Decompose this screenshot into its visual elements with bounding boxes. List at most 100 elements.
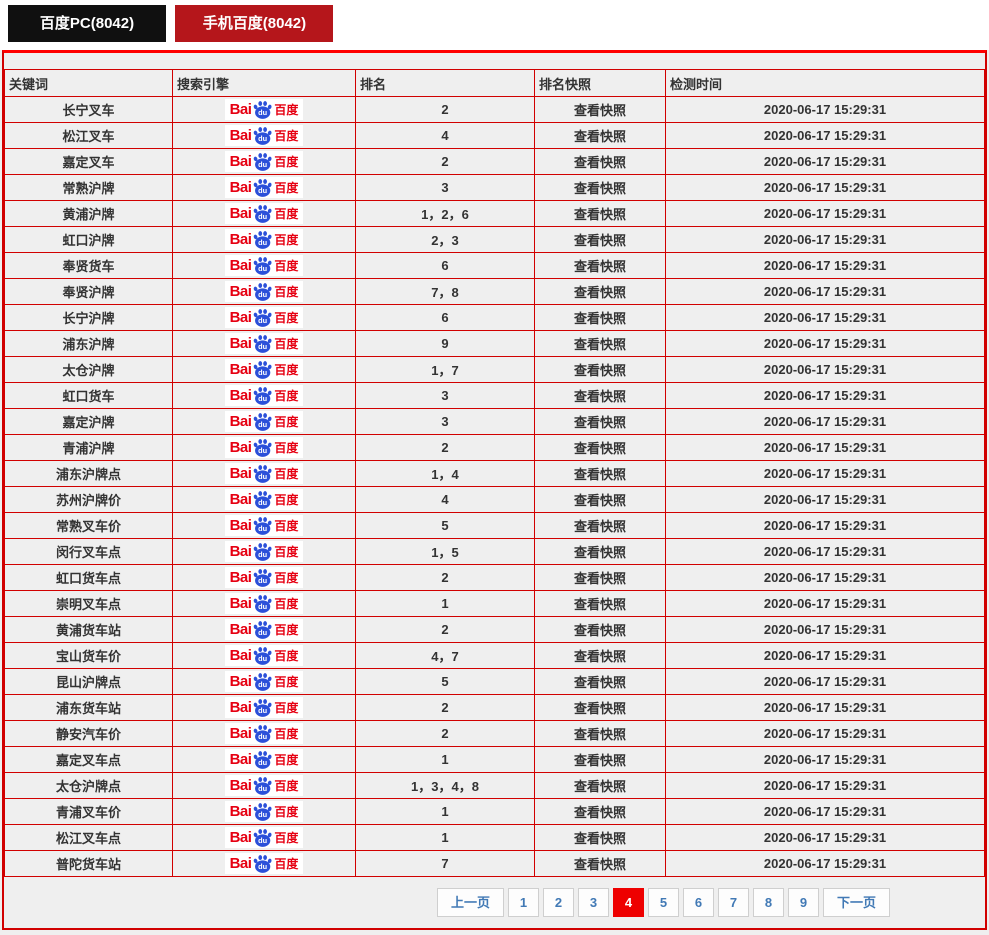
view-snapshot-link[interactable]: 查看快照: [574, 467, 626, 482]
baidu-logo-bai-text: Bai: [230, 101, 252, 118]
page-button-9[interactable]: 9: [788, 888, 819, 917]
view-snapshot-link[interactable]: 查看快照: [574, 623, 626, 638]
baidu-logo-bai-text: Bai: [230, 829, 252, 846]
baidu-logo: Bai du 百度: [225, 697, 304, 718]
page-button-3[interactable]: 3: [578, 888, 609, 917]
baidu-logo-cn-text: 百度: [274, 569, 298, 586]
keyword-cell: 松江叉车: [5, 123, 173, 149]
header-rank: 排名: [356, 70, 535, 97]
view-snapshot-link[interactable]: 查看快照: [574, 727, 626, 742]
baidu-logo-cn-text: 百度: [274, 829, 298, 846]
snapshot-cell: 查看快照: [535, 643, 666, 669]
baidu-paw-icon: du: [252, 698, 273, 717]
view-snapshot-link[interactable]: 查看快照: [574, 649, 626, 664]
engine-cell: Bai du 百度: [173, 227, 356, 253]
page-button-2[interactable]: 2: [543, 888, 574, 917]
baidu-paw-icon: du: [252, 360, 273, 379]
baidu-logo-bai-text: Bai: [230, 257, 252, 274]
time-cell: 2020-06-17 15:29:31: [666, 149, 985, 175]
table-row: 太仓沪牌 Bai du 百度 1，7 查看快照: [5, 357, 985, 383]
baidu-logo-du-text: du: [259, 212, 268, 221]
view-snapshot-link[interactable]: 查看快照: [574, 831, 626, 846]
view-snapshot-link[interactable]: 查看快照: [574, 441, 626, 456]
baidu-logo-bai-text: Bai: [230, 543, 252, 560]
header-keyword: 关键词: [5, 70, 173, 97]
baidu-logo-cn-text: 百度: [274, 517, 298, 534]
baidu-logo-cn-text: 百度: [274, 777, 298, 794]
baidu-paw-icon: du: [252, 594, 273, 613]
view-snapshot-link[interactable]: 查看快照: [574, 155, 626, 170]
view-snapshot-link[interactable]: 查看快照: [574, 363, 626, 378]
page-button-7[interactable]: 7: [718, 888, 749, 917]
view-snapshot-link[interactable]: 查看快照: [574, 233, 626, 248]
baidu-logo-cn-text: 百度: [274, 101, 298, 118]
snapshot-cell: 查看快照: [535, 487, 666, 513]
page-button-1[interactable]: 1: [508, 888, 539, 917]
snapshot-cell: 查看快照: [535, 669, 666, 695]
view-snapshot-link[interactable]: 查看快照: [574, 129, 626, 144]
view-snapshot-link[interactable]: 查看快照: [574, 779, 626, 794]
time-cell: 2020-06-17 15:29:31: [666, 487, 985, 513]
tab-baidu-pc[interactable]: 百度PC(8042): [8, 5, 166, 42]
baidu-logo: Bai du 百度: [225, 333, 304, 354]
page-button-6[interactable]: 6: [683, 888, 714, 917]
header-time: 检测时间: [666, 70, 985, 97]
table-row: 太仓沪牌点 Bai du 百度 1，3，4，8 查看快照: [5, 773, 985, 799]
view-snapshot-link[interactable]: 查看快照: [574, 285, 626, 300]
rank-cell: 1: [356, 591, 535, 617]
rank-cell: 1，2，6: [356, 201, 535, 227]
baidu-paw-icon: du: [252, 152, 273, 171]
view-snapshot-link[interactable]: 查看快照: [574, 545, 626, 560]
baidu-logo-cn-text: 百度: [274, 439, 298, 456]
baidu-logo-bai-text: Bai: [230, 517, 252, 534]
view-snapshot-link[interactable]: 查看快照: [574, 493, 626, 508]
view-snapshot-link[interactable]: 查看快照: [574, 259, 626, 274]
engine-cell: Bai du 百度: [173, 253, 356, 279]
table-row: 闵行叉车点 Bai du 百度 1，5 查看快照: [5, 539, 985, 565]
table-row: 普陀货车站 Bai du 百度 7 查看快照: [5, 851, 985, 877]
baidu-paw-icon: du: [252, 178, 273, 197]
view-snapshot-link[interactable]: 查看快照: [574, 701, 626, 716]
time-cell: 2020-06-17 15:29:31: [666, 825, 985, 851]
page-button-8[interactable]: 8: [753, 888, 784, 917]
view-snapshot-link[interactable]: 查看快照: [574, 207, 626, 222]
snapshot-cell: 查看快照: [535, 565, 666, 591]
snapshot-cell: 查看快照: [535, 721, 666, 747]
rank-cell: 2: [356, 97, 535, 123]
next-page-button[interactable]: 下一页: [823, 888, 890, 917]
keyword-cell: 长宁沪牌: [5, 305, 173, 331]
baidu-logo: Bai du 百度: [225, 125, 304, 146]
view-snapshot-link[interactable]: 查看快照: [574, 805, 626, 820]
view-snapshot-link[interactable]: 查看快照: [574, 519, 626, 534]
baidu-logo: Bai du 百度: [225, 515, 304, 536]
engine-cell: Bai du 百度: [173, 279, 356, 305]
time-cell: 2020-06-17 15:29:31: [666, 409, 985, 435]
prev-page-button[interactable]: 上一页: [437, 888, 504, 917]
time-cell: 2020-06-17 15:29:31: [666, 617, 985, 643]
baidu-logo-du-text: du: [259, 394, 268, 403]
rank-cell: 7，8: [356, 279, 535, 305]
view-snapshot-link[interactable]: 查看快照: [574, 337, 626, 352]
baidu-paw-icon: du: [252, 464, 273, 483]
baidu-logo-du-text: du: [259, 602, 268, 611]
table-row: 浦东货车站 Bai du 百度 2 查看快照: [5, 695, 985, 721]
view-snapshot-link[interactable]: 查看快照: [574, 753, 626, 768]
view-snapshot-link[interactable]: 查看快照: [574, 675, 626, 690]
baidu-logo: Bai du 百度: [225, 307, 304, 328]
tab-baidu-mobile[interactable]: 手机百度(8042): [175, 5, 333, 42]
keyword-cell: 太仓沪牌点: [5, 773, 173, 799]
view-snapshot-link[interactable]: 查看快照: [574, 415, 626, 430]
baidu-logo-du-text: du: [259, 706, 268, 715]
view-snapshot-link[interactable]: 查看快照: [574, 103, 626, 118]
view-snapshot-link[interactable]: 查看快照: [574, 597, 626, 612]
view-snapshot-link[interactable]: 查看快照: [574, 181, 626, 196]
view-snapshot-link[interactable]: 查看快照: [574, 311, 626, 326]
view-snapshot-link[interactable]: 查看快照: [574, 571, 626, 586]
view-snapshot-link[interactable]: 查看快照: [574, 389, 626, 404]
page-button-4[interactable]: 4: [613, 888, 644, 917]
table-row: 静安汽车价 Bai du 百度 2 查看快照: [5, 721, 985, 747]
view-snapshot-link[interactable]: 查看快照: [574, 857, 626, 872]
snapshot-cell: 查看快照: [535, 461, 666, 487]
page-button-5[interactable]: 5: [648, 888, 679, 917]
baidu-logo-bai-text: Bai: [230, 803, 252, 820]
